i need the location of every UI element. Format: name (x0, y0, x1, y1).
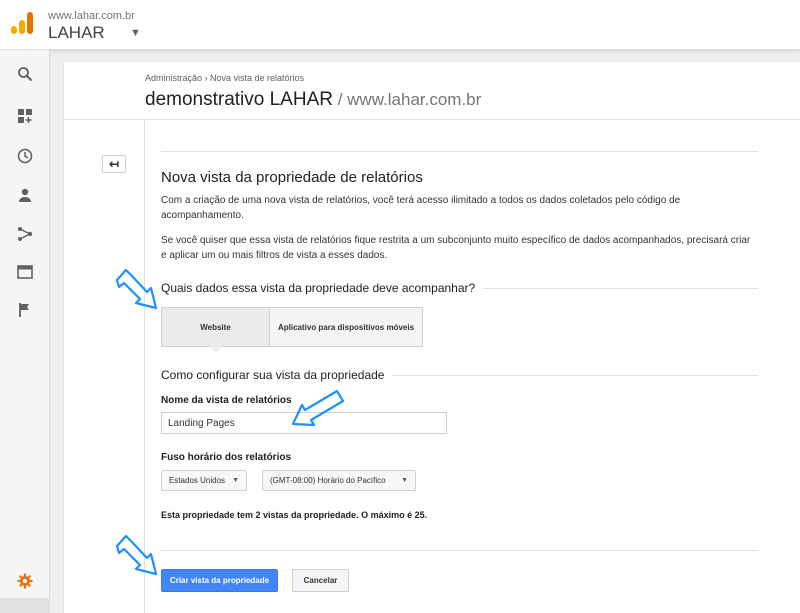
account-dropdown-icon[interactable]: ▼ (130, 27, 141, 39)
content-card: Administração › Nova vista de relatórios… (64, 62, 800, 613)
person-icon[interactable] (15, 185, 35, 205)
chevron-down-icon: ▼ (401, 477, 408, 484)
timezone-label: Fuso horário dos relatórios (161, 452, 292, 463)
description-paragraph-1: Com a criação de uma nova vista de relat… (161, 195, 681, 221)
search-icon[interactable] (15, 64, 35, 84)
acquisition-icon[interactable] (15, 224, 35, 244)
country-value: Estados Unidos (169, 476, 226, 485)
divider (161, 550, 758, 551)
chevron-down-icon: ▼ (232, 477, 239, 484)
config-title: Como configurar sua vista da propriedade (161, 368, 393, 382)
cancel-button[interactable]: Cancelar (292, 569, 349, 592)
website-option[interactable]: Website (162, 308, 270, 353)
behavior-icon[interactable] (15, 262, 35, 282)
page-title: demonstrativo LAHAR / www.lahar.com.br (145, 89, 481, 111)
mobile-app-option[interactable]: Aplicativo para dispositivos móveis (270, 308, 422, 346)
breadcrumb[interactable]: Administração › Nova vista de relatórios (145, 73, 304, 83)
clock-icon[interactable] (15, 146, 35, 166)
nav-footer (0, 598, 50, 613)
settings-gear-icon[interactable] (15, 571, 35, 591)
analytics-logo-icon[interactable] (11, 12, 35, 36)
view-name-input[interactable] (161, 412, 447, 434)
page-header: Administração › Nova vista de relatórios… (64, 62, 800, 120)
property-url: / www.lahar.com.br (332, 90, 482, 109)
section-title: Nova vista da propriedade de relatórios (161, 169, 423, 186)
account-name[interactable]: LAHAR (48, 23, 105, 43)
left-nav (0, 50, 50, 613)
property-name: demonstrativo LAHAR (145, 89, 333, 110)
view-limit-text: Esta propriedade tem 2 vistas da proprie… (161, 510, 428, 520)
flag-icon[interactable] (15, 300, 35, 320)
top-bar: www.lahar.com.br LAHAR ▼ (0, 0, 800, 50)
step-line (144, 120, 145, 613)
timezone-value: (GMT-08:00) Horário do Pacífico (270, 476, 386, 485)
mobile-app-option-label: Aplicativo para dispositivos móveis (277, 322, 415, 332)
description-paragraph-2: Se você quiser que essa vista de relatór… (161, 235, 751, 261)
timezone-select[interactable]: (GMT-08:00) Horário do Pacífico ▼ (262, 470, 416, 491)
website-option-label: Website (200, 322, 231, 332)
country-select[interactable]: Estados Unidos ▼ (161, 470, 247, 491)
divider (161, 151, 758, 152)
back-arrow-icon[interactable]: ↤ (102, 155, 126, 173)
account-domain: www.lahar.com.br (48, 10, 135, 22)
create-view-button[interactable]: Criar vista da propriedade (161, 569, 278, 592)
data-type-toggle: Website Aplicativo para dispositivos móv… (161, 307, 423, 353)
view-name-label: Nome da vista de relatórios (161, 395, 292, 406)
tracking-question: Quais dados essa vista da propriedade de… (161, 281, 484, 295)
dashboard-icon[interactable] (15, 106, 35, 126)
